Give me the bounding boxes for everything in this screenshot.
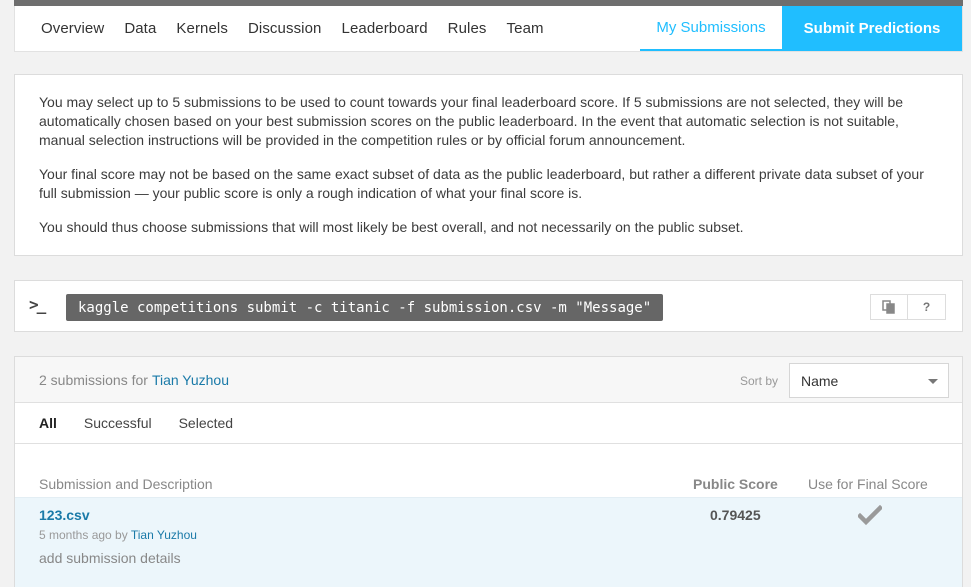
terminal-prompt-icon: >_ [29, 295, 46, 314]
tab-my-submissions[interactable]: My Submissions [640, 6, 782, 51]
copy-command-button[interactable] [870, 294, 908, 320]
filter-selected[interactable]: Selected [179, 415, 233, 431]
cli-buttons: ? [870, 294, 946, 320]
chevron-down-icon [928, 379, 938, 384]
info-paragraph-1: You may select up to 5 submissions to be… [39, 94, 904, 148]
tab-kernels[interactable]: Kernels [176, 20, 228, 37]
submission-age: 5 months ago by [39, 528, 128, 542]
tab-team[interactable]: Team [507, 20, 544, 37]
competition-nav: Overview Data Kernels Discussion Leaderb… [14, 6, 963, 52]
submissions-user-link[interactable]: Tian Yuzhou [152, 372, 229, 388]
tab-overview[interactable]: Overview [41, 20, 104, 37]
submissions-count: 2 submissions for Tian Yuzhou [39, 372, 229, 388]
submission-file-link[interactable]: 123.csv [39, 507, 90, 523]
column-public-score[interactable]: Public Score [693, 476, 778, 492]
submissions-count-label: 2 submissions for [39, 372, 148, 388]
sort-select[interactable]: Name [789, 363, 949, 398]
add-details-link[interactable]: add submission details [39, 550, 181, 566]
column-submission: Submission and Description [39, 476, 213, 492]
submissions-panel: 2 submissions for Tian Yuzhou Sort by Nam… [14, 356, 963, 587]
tab-rules[interactable]: Rules [448, 20, 487, 37]
submission-user-link[interactable]: Tian Yuzhou [131, 528, 197, 542]
submission-info-panel: You may select up to 5 submissions to be… [14, 74, 963, 256]
info-paragraph-2: Your final score may not be based on the… [39, 166, 924, 201]
api-command-panel: >_ kaggle competitions submit -c titanic… [14, 280, 963, 332]
filter-all[interactable]: All [39, 415, 57, 431]
tab-discussion[interactable]: Discussion [248, 20, 322, 37]
sort-by-label: Sort by [740, 374, 779, 388]
submissions-header: 2 submissions for Tian Yuzhou Sort by Nam… [15, 357, 962, 403]
help-button[interactable]: ? [908, 294, 946, 320]
submission-meta: 5 months ago by Tian Yuzhou [39, 528, 197, 542]
api-command[interactable]: kaggle competitions submit -c titanic -f… [66, 294, 664, 321]
filter-successful[interactable]: Successful [84, 415, 152, 431]
nav-tabs: Overview Data Kernels Discussion Leaderb… [15, 6, 640, 51]
submit-predictions-button[interactable]: Submit Predictions [782, 6, 962, 51]
table-header: Submission and Description Public Score … [15, 444, 962, 498]
checkmark-icon[interactable] [856, 504, 884, 533]
public-score-value: 0.79425 [710, 507, 761, 523]
tab-leaderboard[interactable]: Leaderboard [342, 20, 428, 37]
info-paragraph-3: You should thus choose submissions that … [39, 219, 744, 235]
sort-value: Name [801, 372, 839, 389]
table-row: 123.csv 5 months ago by Tian Yuzhou add … [15, 498, 962, 587]
copy-icon [882, 300, 895, 314]
submission-filters: All Successful Selected [15, 403, 962, 444]
column-final-score: Use for Final Score [808, 476, 928, 492]
tab-data[interactable]: Data [124, 20, 156, 37]
